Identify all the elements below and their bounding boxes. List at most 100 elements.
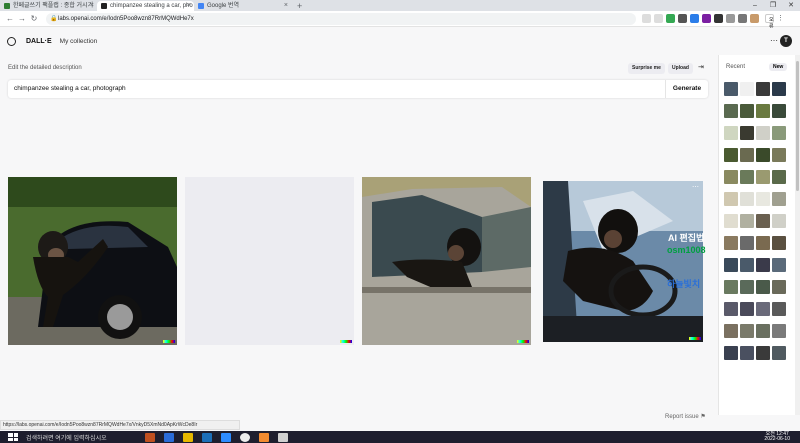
recent-thumbnail[interactable] (756, 82, 770, 96)
extension-icon[interactable] (714, 14, 723, 23)
recent-thumbnail[interactable] (756, 192, 770, 206)
recent-thumbnail[interactable] (756, 214, 770, 228)
recent-thumbnail[interactable] (740, 126, 754, 140)
new-tab-button[interactable]: + (297, 1, 302, 11)
recent-thumbnail[interactable] (756, 302, 770, 316)
generated-image-2-placeholder[interactable] (185, 177, 354, 345)
recent-thumbnail[interactable] (772, 346, 786, 360)
recent-thumbnail[interactable] (724, 82, 738, 96)
maximize-icon[interactable]: ❐ (764, 0, 782, 11)
recent-thumbnail[interactable] (772, 148, 786, 162)
recent-thumbnail[interactable] (724, 104, 738, 118)
more-options-icon[interactable]: ⋯ (770, 36, 778, 45)
extension-icon[interactable] (690, 14, 699, 23)
recent-thumbnail[interactable] (756, 346, 770, 360)
browser-tab-2[interactable]: chimpanzee stealing a car, pho × (97, 1, 194, 11)
browser-tab-1[interactable]: 한페글쓰기 팩플랩 : 종합 거시기 × (0, 1, 97, 11)
recent-thumbnail[interactable] (772, 302, 786, 316)
new-button[interactable]: New (769, 63, 788, 71)
taskbar-app-icon[interactable] (259, 432, 269, 442)
browser-menu-icon[interactable]: ⋮ (777, 14, 784, 23)
recent-thumbnail[interactable] (724, 148, 738, 162)
recent-thumbnail[interactable] (740, 346, 754, 360)
recent-thumbnail[interactable] (756, 104, 770, 118)
folder-icon[interactable] (183, 432, 193, 442)
recent-thumbnail[interactable] (740, 192, 754, 206)
sidebar-scrollbar[interactable] (795, 55, 800, 415)
recent-thumbnail[interactable] (740, 148, 754, 162)
taskbar-app-icon[interactable] (278, 432, 288, 442)
address-bar[interactable]: 🔒 labs.openai.com/e/Iodn5Poo8wzn87RrMQWd… (46, 12, 636, 25)
recent-thumbnail[interactable] (724, 192, 738, 206)
recent-thumbnail[interactable] (724, 302, 738, 316)
recent-thumbnail[interactable] (740, 104, 754, 118)
image-options-icon[interactable]: ⋯ (692, 183, 699, 191)
prompt-text[interactable]: chimpanzee stealing a car, photograph (14, 80, 126, 98)
recent-thumbnail[interactable] (772, 170, 786, 184)
recent-thumbnail[interactable] (756, 236, 770, 250)
brand-link[interactable]: DALL·E (26, 38, 52, 45)
recent-thumbnail[interactable] (740, 258, 754, 272)
my-collection-link[interactable]: My collection (60, 38, 98, 45)
recent-thumbnail[interactable] (740, 170, 754, 184)
recent-thumbnail[interactable] (772, 324, 786, 338)
recent-thumbnail[interactable] (724, 346, 738, 360)
extension-icon[interactable] (726, 14, 735, 23)
recent-thumbnail[interactable] (756, 324, 770, 338)
recent-thumbnail[interactable] (772, 126, 786, 140)
close-window-icon[interactable]: ✕ (782, 0, 800, 11)
recent-thumbnail[interactable] (772, 82, 786, 96)
star-icon[interactable] (654, 14, 663, 23)
exit-icon[interactable]: ⇥ (698, 63, 704, 71)
openai-logo-icon[interactable] (7, 36, 16, 46)
puzzle-icon[interactable] (738, 14, 747, 23)
profile-avatar[interactable] (750, 14, 759, 23)
chrome-icon[interactable] (240, 432, 250, 442)
extension-icon[interactable] (678, 14, 687, 23)
recent-thumbnail[interactable] (772, 258, 786, 272)
recent-thumbnail[interactable] (740, 302, 754, 316)
scrollbar-thumb[interactable] (796, 61, 799, 191)
taskbar-clock[interactable]: 오전 12:47 2022-06-10 (764, 432, 790, 442)
close-icon[interactable]: × (90, 1, 94, 11)
close-icon[interactable]: × (284, 1, 288, 11)
close-icon[interactable]: × (187, 1, 191, 11)
windows-start-icon[interactable] (8, 433, 18, 441)
generate-button[interactable]: Generate (665, 80, 708, 98)
recent-thumbnail[interactable] (724, 170, 738, 184)
surprise-me-button[interactable]: Surprise me (628, 63, 665, 74)
minimize-icon[interactable]: – (746, 0, 764, 11)
recent-thumbnail[interactable] (724, 324, 738, 338)
taskbar-app-icon[interactable] (202, 432, 212, 442)
reload-icon[interactable]: ↻ (28, 14, 40, 23)
recent-thumbnail[interactable] (740, 236, 754, 250)
profile-chip[interactable]: 오류 (765, 14, 774, 30)
share-icon[interactable] (642, 14, 651, 23)
recent-thumbnail[interactable] (772, 236, 786, 250)
user-avatar[interactable]: T (780, 35, 792, 47)
taskbar-app-icon[interactable] (145, 432, 155, 442)
back-icon[interactable]: ← (4, 14, 16, 23)
generated-image-1[interactable] (8, 177, 177, 345)
recent-thumbnail[interactable] (772, 104, 786, 118)
forward-icon[interactable]: → (16, 14, 28, 23)
recent-thumbnail[interactable] (772, 214, 786, 228)
recent-thumbnail[interactable] (724, 126, 738, 140)
recent-thumbnail[interactable] (724, 236, 738, 250)
generated-image-4[interactable]: ⋯ (543, 181, 703, 342)
taskbar-app-icon[interactable] (221, 432, 231, 442)
recent-thumbnail[interactable] (756, 148, 770, 162)
recent-thumbnail[interactable] (756, 280, 770, 294)
extension-icon[interactable] (702, 14, 711, 23)
browser-tab-3[interactable]: Google 번역 × (194, 1, 291, 11)
recent-thumbnail[interactable] (740, 214, 754, 228)
prompt-input[interactable]: chimpanzee stealing a car, photograph Ge… (8, 80, 708, 98)
taskbar-app-icon[interactable] (164, 432, 174, 442)
recent-thumbnail[interactable] (740, 82, 754, 96)
recent-thumbnail[interactable] (756, 258, 770, 272)
recent-thumbnail[interactable] (740, 280, 754, 294)
recent-thumbnail[interactable] (724, 214, 738, 228)
recent-thumbnail[interactable] (772, 280, 786, 294)
recent-thumbnail[interactable] (740, 324, 754, 338)
upload-button[interactable]: Upload (668, 63, 693, 74)
